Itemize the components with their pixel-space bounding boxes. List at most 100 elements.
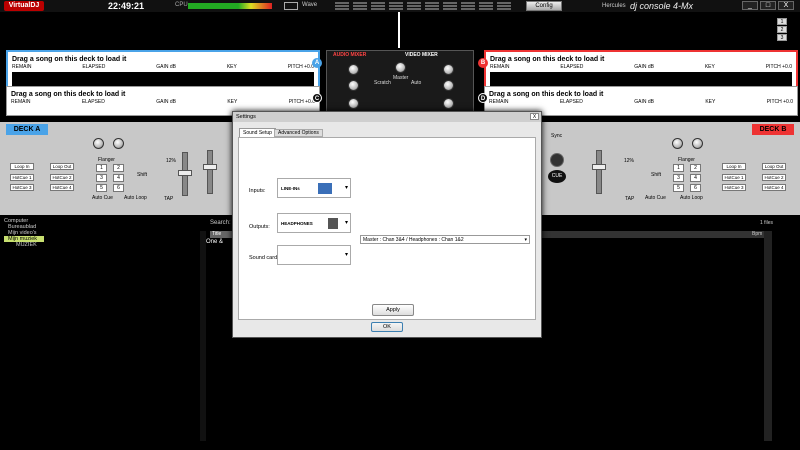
column-bpm[interactable]: Bpm	[752, 231, 762, 238]
brand-logo: dj console 4-Mx	[630, 1, 694, 11]
effect-knob[interactable]	[672, 138, 683, 149]
inputs-device-select[interactable]: LINE-INs ▾	[277, 178, 351, 198]
deck-d-columns: REMAIN ELAPSED GAIN dB KEY PITCH +0.0	[489, 99, 793, 105]
volume-fader[interactable]	[207, 150, 213, 194]
audio-mixer-tab[interactable]: AUDIO MIXER	[333, 52, 366, 58]
tab-sound-setup[interactable]: Sound Setup	[239, 128, 276, 137]
deck-a-info[interactable]: Drag a song on this deck to load it REMA…	[6, 50, 320, 88]
volume-fader-cap[interactable]	[203, 164, 217, 170]
deck-a-label[interactable]: DECK A	[6, 124, 48, 135]
eq-knob[interactable]	[348, 64, 359, 75]
loop-in-button[interactable]: Loop In	[722, 163, 746, 170]
hotcue-3-button[interactable]: HotCue 3	[722, 184, 746, 191]
pitch-fader-cap[interactable]	[178, 170, 192, 176]
deck-d-title: Drag a song on this deck to load it	[489, 91, 604, 98]
soundcard-label: Sound card:	[249, 255, 279, 261]
layout-button-3[interactable]: 3	[777, 34, 787, 41]
effect-knob[interactable]	[93, 138, 104, 149]
hotcue-4-button[interactable]: HotCue 4	[762, 184, 786, 191]
layout-button-1[interactable]: 1	[777, 18, 787, 25]
pad-2[interactable]: 2	[690, 164, 701, 172]
hotcue-2-button[interactable]: HotCue 2	[762, 174, 786, 181]
clock: 22:49:21	[108, 1, 145, 11]
loop-in-button[interactable]: Loop In	[10, 163, 34, 170]
eq-knob[interactable]	[348, 80, 359, 91]
eq-knob[interactable]	[443, 98, 454, 109]
loop-out-button[interactable]: Loop Out	[50, 163, 74, 170]
deck-c-badge[interactable]: C	[312, 93, 322, 103]
pad-6[interactable]: 6	[690, 184, 701, 192]
pad-3[interactable]: 3	[96, 174, 107, 182]
outputs-device-select[interactable]: HEADPHONES ▾	[277, 213, 351, 233]
deck-a-title: Drag a song on this deck to load it	[12, 56, 127, 63]
deck-b-columns: REMAIN ELAPSED GAIN dB KEY PITCH +0.0	[490, 64, 792, 70]
shift-label[interactable]: Shift	[137, 172, 147, 178]
config-button[interactable]: Config	[526, 1, 562, 11]
pad-1[interactable]: 1	[673, 164, 684, 172]
pad-4[interactable]: 4	[690, 174, 701, 182]
tab-advanced-options[interactable]: Advanced Options	[274, 129, 323, 137]
level-bar	[425, 2, 439, 10]
deck-b-label[interactable]: DECK B	[752, 124, 794, 135]
play-button[interactable]	[550, 153, 564, 167]
volume-fader-cap[interactable]	[592, 164, 606, 170]
hotcue-3-button[interactable]: HotCue 3	[10, 184, 34, 191]
hotcue-2-button[interactable]: HotCue 2	[50, 174, 74, 181]
minimize-button[interactable]: _	[742, 1, 758, 10]
master-knob[interactable]	[395, 62, 406, 73]
list-item[interactable]: One &	[206, 239, 223, 245]
hotcue-1-button[interactable]: HotCue 1	[722, 174, 746, 181]
browser-scrollbar[interactable]	[764, 231, 772, 441]
cue-button[interactable]: CUE	[548, 170, 566, 183]
maximize-button[interactable]: □	[760, 1, 776, 10]
sync-label[interactable]: Sync	[551, 133, 562, 139]
tap-label[interactable]: TAP	[164, 196, 173, 202]
pad-4[interactable]: 4	[113, 174, 124, 182]
loop-out-button[interactable]: Loop Out	[762, 163, 786, 170]
auto-loop-label[interactable]: Auto Loop	[124, 195, 147, 201]
inputs-label: Inputs:	[249, 188, 266, 194]
waveform-area[interactable]	[0, 12, 800, 48]
pad-6[interactable]: 6	[113, 184, 124, 192]
effect-knob[interactable]	[692, 138, 703, 149]
eq-knob[interactable]	[443, 64, 454, 75]
pad-5[interactable]: 5	[96, 184, 107, 192]
deck-b-badge[interactable]: B	[478, 58, 488, 68]
eq-knob[interactable]	[443, 80, 454, 91]
tap-label[interactable]: TAP	[625, 196, 634, 202]
folder-tree[interactable]: Computer Bureaublad Mijn video's Mijn mu…	[4, 218, 204, 248]
auto-loop-label[interactable]: Auto Loop	[680, 195, 703, 201]
deck-d-badge[interactable]: D	[478, 93, 488, 103]
auto-cue-label[interactable]: Auto Cue	[645, 195, 666, 201]
pad-2[interactable]: 2	[113, 164, 124, 172]
auto-cue-label[interactable]: Auto Cue	[92, 195, 113, 201]
pad-5[interactable]: 5	[673, 184, 684, 192]
deck-a-badge[interactable]: A	[312, 58, 322, 68]
pitch-percent: 12%	[166, 158, 177, 164]
dialog-close-button[interactable]: X	[530, 113, 539, 120]
cpu-label: CPU	[175, 2, 188, 8]
volume-fader[interactable]	[596, 150, 602, 194]
eq-knob[interactable]	[348, 98, 359, 109]
deck-a-waveform	[12, 72, 314, 86]
outputs-channel-select[interactable]: Master : Chan 3&4 / Headphones : Chan 1&…	[360, 235, 530, 244]
shift-label[interactable]: Shift	[651, 172, 661, 178]
ok-button[interactable]: OK	[371, 322, 403, 332]
close-button[interactable]: X	[778, 1, 794, 10]
hotcue-4-button[interactable]: HotCue 4	[50, 184, 74, 191]
pad-1[interactable]: 1	[96, 164, 107, 172]
pad-3[interactable]: 3	[673, 174, 684, 182]
effect-knob[interactable]	[113, 138, 124, 149]
level-bar	[461, 2, 475, 10]
wave-checkbox[interactable]	[284, 2, 298, 10]
hotcue-1-button[interactable]: HotCue 1	[10, 174, 34, 181]
tree-item-muziek[interactable]: MUZIEK	[4, 242, 204, 248]
column-header-bar[interactable]: Bpm	[540, 231, 764, 238]
tree-scrollbar[interactable]	[200, 231, 206, 441]
apply-button[interactable]: Apply	[372, 304, 414, 316]
deck-b-info[interactable]: Drag a song on this deck to load it REMA…	[484, 50, 798, 88]
soundcard-select[interactable]: ▾	[277, 245, 351, 265]
key-label: KEY	[704, 64, 715, 70]
layout-button-2[interactable]: 2	[777, 26, 787, 33]
video-mixer-tab[interactable]: VIDEO MIXER	[405, 52, 438, 58]
